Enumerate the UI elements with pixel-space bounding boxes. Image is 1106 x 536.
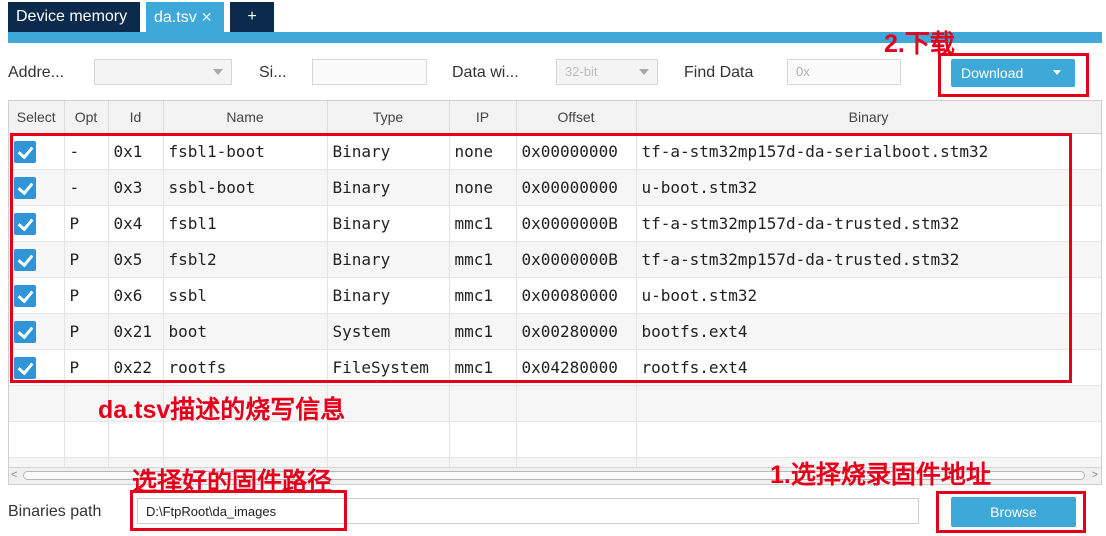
tab-device-memory[interactable]: Device memory (8, 2, 140, 32)
annotation-path: 选择好的固件路径 (132, 468, 333, 496)
binaries-path-label: Binaries path (8, 503, 102, 520)
find-data-label: Find Data (684, 64, 754, 81)
column-header[interactable]: Id (108, 101, 164, 134)
chevron-down-icon (213, 69, 223, 75)
column-header[interactable]: Type (327, 101, 450, 134)
column-header[interactable]: Offset (516, 101, 637, 134)
tab-da-tsv[interactable]: da.tsv ✕ (146, 2, 224, 32)
address-select[interactable] (94, 59, 232, 85)
annotation-download: 2.下载 (884, 30, 955, 58)
size-input[interactable] (312, 59, 427, 85)
column-header[interactable]: Name (163, 101, 328, 134)
column-header[interactable]: Binary (636, 101, 1101, 134)
annotation-box-table (10, 133, 1072, 383)
column-header[interactable]: IP (449, 101, 517, 134)
find-data-input[interactable]: 0x (787, 59, 901, 85)
size-label: Si... (259, 64, 287, 81)
scroll-right-icon[interactable]: > (1092, 469, 1098, 481)
empty-row (9, 421, 1101, 458)
annotation-table: da.tsv描述的烧写信息 (98, 396, 346, 424)
find-data-placeholder: 0x (796, 64, 810, 79)
annotation-box-download (938, 53, 1089, 97)
data-width-label: Data wi... (452, 64, 519, 81)
scroll-left-icon[interactable]: < (11, 469, 17, 481)
column-header[interactable]: Opt (64, 101, 109, 134)
tab-label: Device memory (16, 8, 128, 25)
annotation-box-browse (936, 491, 1086, 533)
data-width-value: 32-bit (565, 64, 598, 79)
plus-icon: + (247, 8, 257, 25)
tab-label: da.tsv (154, 9, 197, 26)
annotation-browse: 1.选择烧录固件地址 (770, 461, 991, 489)
table-header: Select Opt Id Name Type IP Offset Binary (9, 101, 1101, 134)
chevron-down-icon (639, 69, 649, 75)
address-label: Addre... (8, 64, 65, 81)
close-icon[interactable]: ✕ (201, 9, 213, 25)
column-header[interactable]: Select (9, 101, 65, 134)
add-tab-button[interactable]: + (230, 2, 274, 32)
data-width-select[interactable]: 32-bit (556, 59, 658, 85)
